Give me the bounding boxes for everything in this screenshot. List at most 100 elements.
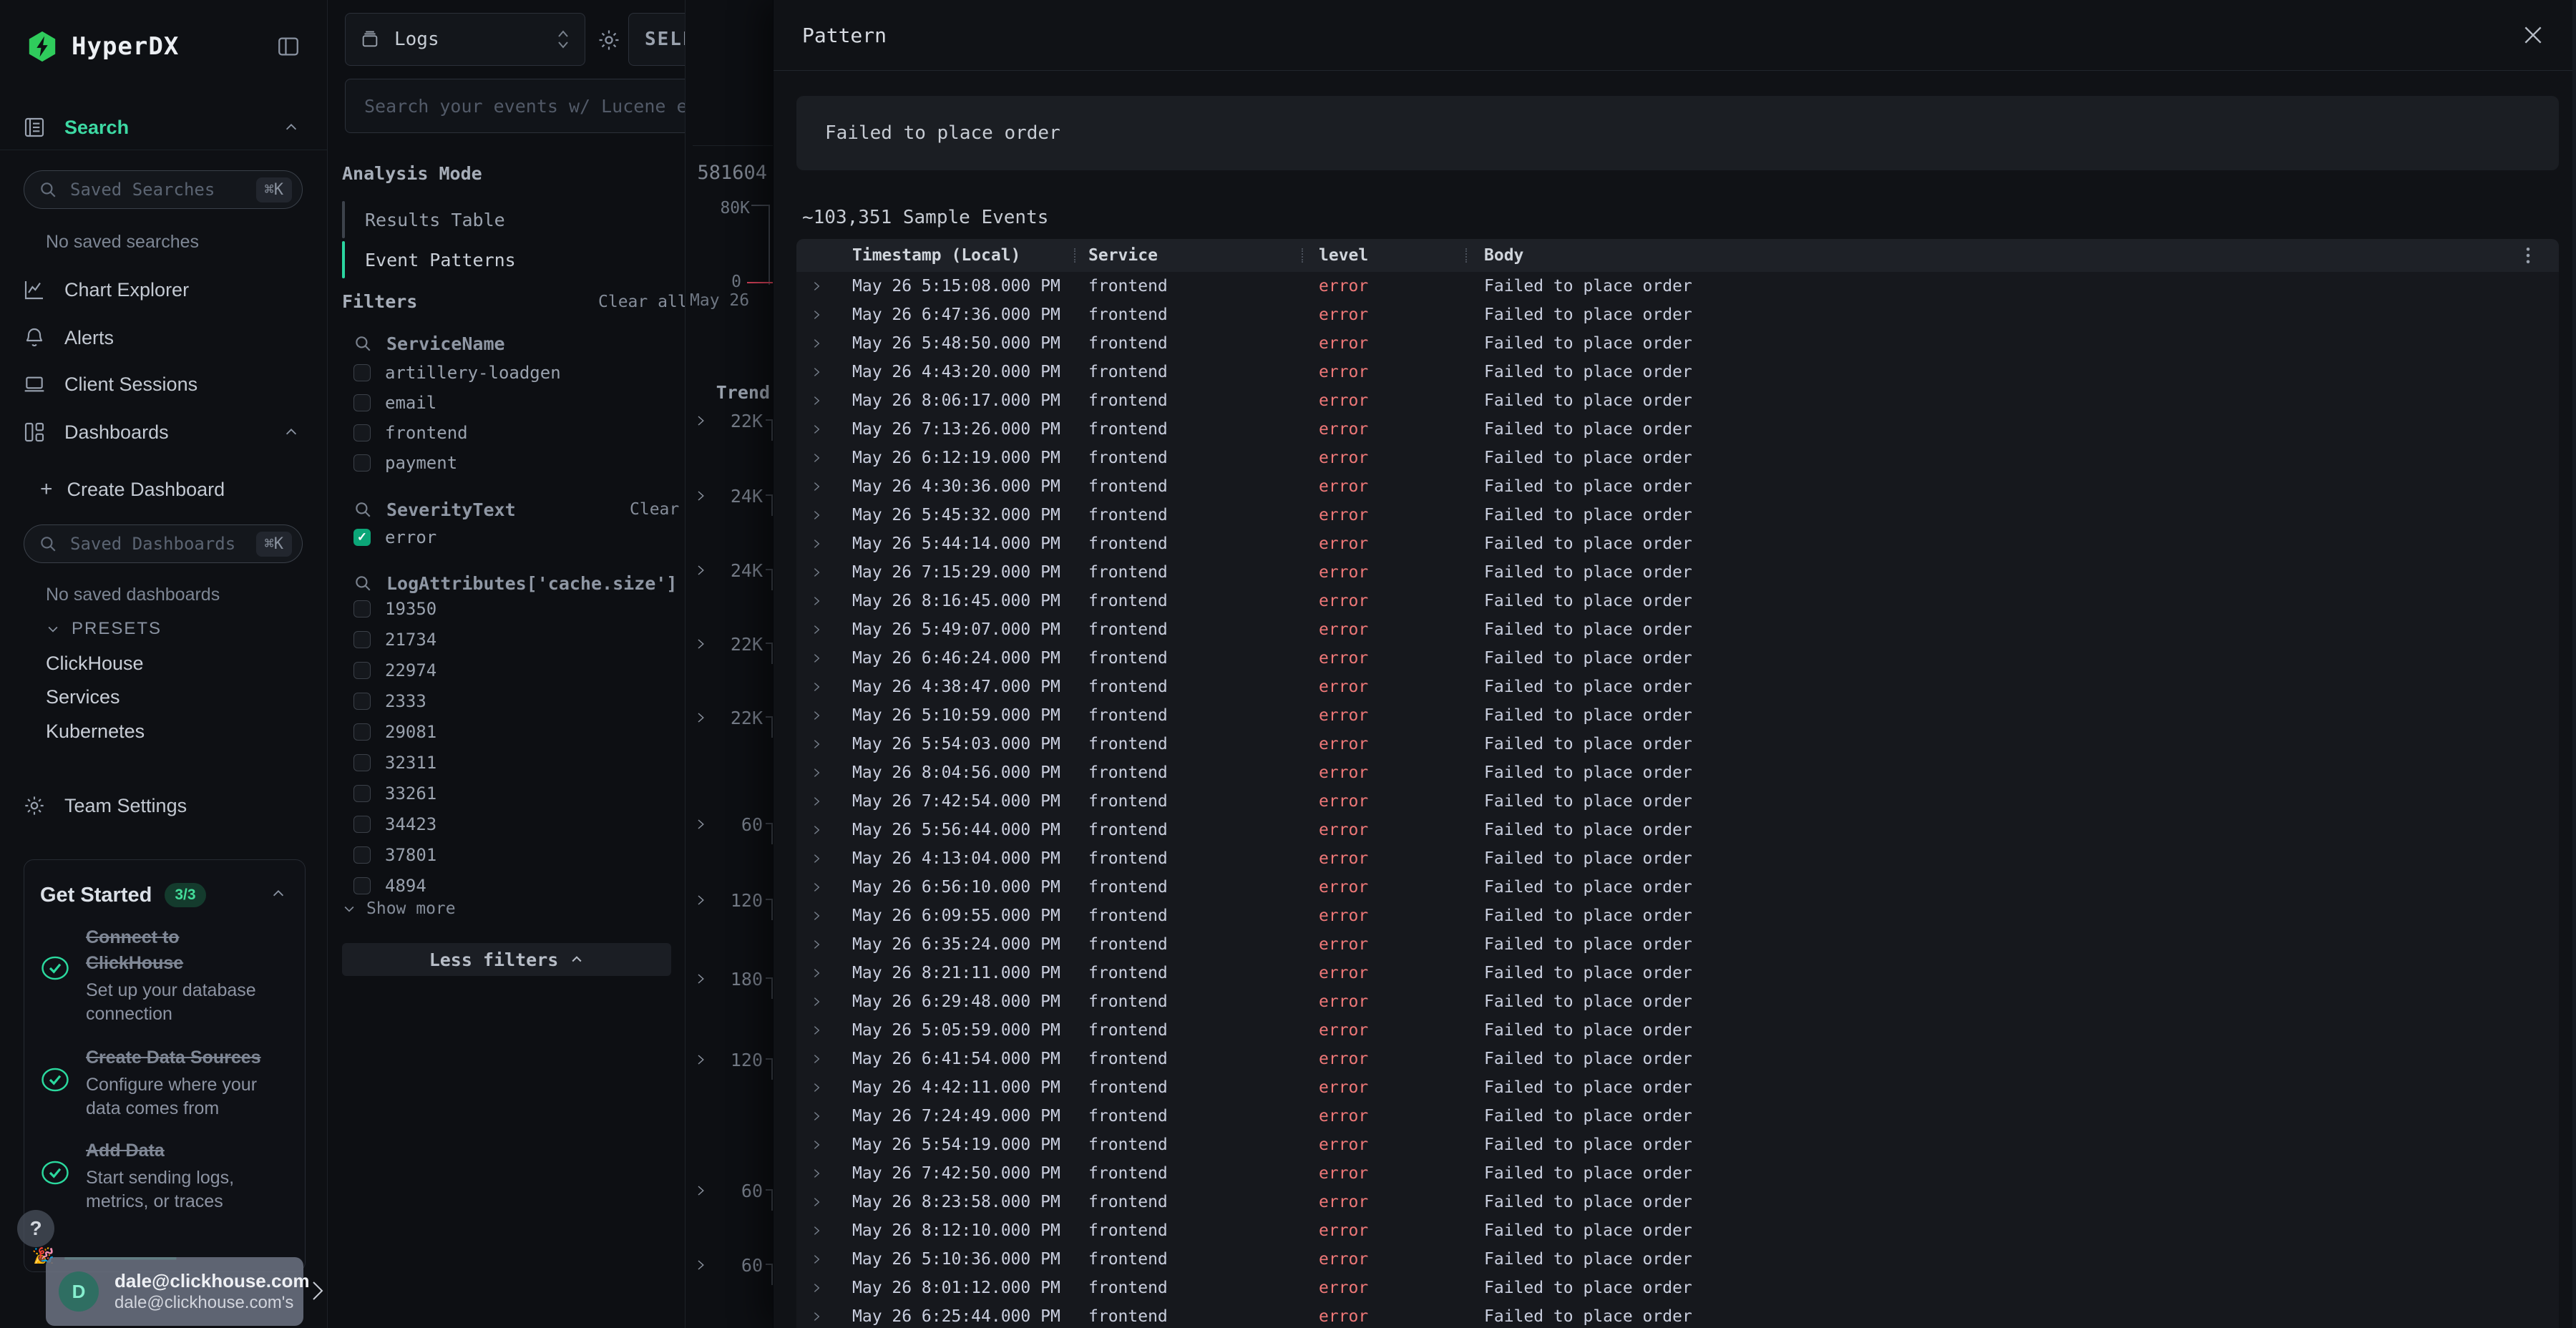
create-dashboard-button[interactable]: + Create Dashboard xyxy=(0,471,328,508)
clear-all-link[interactable]: Clear all xyxy=(598,293,688,311)
table-row[interactable]: May 26 5:05:59.000 PMfrontenderrorFailed… xyxy=(796,1016,2559,1045)
user-menu[interactable]: D dale@clickhouse.com dale@clickhouse.co… xyxy=(46,1257,303,1326)
expand-chevron-icon[interactable] xyxy=(811,1196,822,1208)
checkbox[interactable] xyxy=(353,662,371,679)
filter-option[interactable]: payment xyxy=(353,448,675,478)
table-row[interactable]: May 26 8:21:11.000 PMfrontenderrorFailed… xyxy=(796,959,2559,987)
expand-chevron-icon[interactable] xyxy=(811,738,822,750)
get-started-item[interactable]: Connect to ClickHouse Set up your databa… xyxy=(40,924,286,1026)
filter-option[interactable]: 21734 xyxy=(353,624,675,655)
filter-option[interactable]: 22974 xyxy=(353,655,675,685)
table-row[interactable]: May 26 6:46:24.000 PMfrontenderrorFailed… xyxy=(796,644,2559,673)
app-logo[interactable]: HyperDX xyxy=(26,30,179,63)
table-row[interactable]: May 26 6:35:24.000 PMfrontenderrorFailed… xyxy=(796,930,2559,959)
expand-chevron-icon[interactable] xyxy=(811,1311,822,1322)
table-row[interactable]: May 26 4:30:36.000 PMfrontenderrorFailed… xyxy=(796,472,2559,501)
table-row[interactable]: May 26 6:29:48.000 PMfrontenderrorFailed… xyxy=(796,987,2559,1016)
sidebar-item-alerts[interactable]: Alerts xyxy=(0,319,328,356)
checkbox-checked[interactable]: ✓ xyxy=(353,529,371,546)
sidebar-item-search[interactable]: Search xyxy=(0,109,328,146)
get-started-item[interactable]: Add Data Start sending logs, metrics, or… xyxy=(40,1138,286,1214)
table-row[interactable]: May 26 6:25:44.000 PMfrontenderrorFailed… xyxy=(796,1302,2559,1328)
table-row[interactable]: May 26 7:15:29.000 PMfrontenderrorFailed… xyxy=(796,558,2559,587)
help-button[interactable]: ? xyxy=(17,1210,54,1247)
table-row[interactable]: May 26 5:49:07.000 PMfrontenderrorFailed… xyxy=(796,615,2559,644)
saved-dashboards-input[interactable]: Saved Dashboards ⌘K xyxy=(24,524,303,563)
table-row[interactable]: May 26 8:06:17.000 PMfrontenderrorFailed… xyxy=(796,386,2559,415)
column-body[interactable]: Body xyxy=(1484,246,2559,265)
expand-chevron-icon[interactable] xyxy=(811,1254,822,1265)
search-icon[interactable] xyxy=(353,334,372,353)
mode-event-patterns[interactable]: Event Patterns xyxy=(342,241,643,278)
expand-chevron-icon[interactable] xyxy=(811,710,822,721)
less-filters-button[interactable]: Less filters xyxy=(342,943,671,976)
expand-chevron-icon[interactable] xyxy=(811,509,822,521)
checkbox[interactable] xyxy=(353,785,371,802)
checkbox[interactable] xyxy=(353,723,371,741)
table-row[interactable]: May 26 5:44:14.000 PMfrontenderrorFailed… xyxy=(796,529,2559,558)
expand-chevron-icon[interactable] xyxy=(811,653,822,664)
close-icon[interactable] xyxy=(2522,24,2545,47)
filter-option[interactable]: 19350 xyxy=(353,593,675,624)
table-row[interactable]: May 26 7:42:54.000 PMfrontenderrorFailed… xyxy=(796,787,2559,816)
get-started-header[interactable]: Get Started 3/3 xyxy=(40,883,206,907)
expand-chevron-icon[interactable] xyxy=(811,1282,822,1294)
expand-chevron-icon[interactable] xyxy=(811,452,822,464)
expand-chevron-icon[interactable] xyxy=(811,882,822,893)
table-row[interactable]: May 26 6:56:10.000 PMfrontenderrorFailed… xyxy=(796,873,2559,902)
sidebar-item-client-sessions[interactable]: Client Sessions xyxy=(0,366,328,403)
table-row[interactable]: May 26 5:45:32.000 PMfrontenderrorFailed… xyxy=(796,501,2559,529)
table-row[interactable]: May 26 6:12:19.000 PMfrontenderrorFailed… xyxy=(796,444,2559,472)
pattern-row-preview[interactable]: 60 xyxy=(686,1176,773,1206)
checkbox[interactable] xyxy=(353,364,371,381)
checkbox[interactable] xyxy=(353,754,371,771)
table-row[interactable]: May 26 5:56:44.000 PMfrontenderrorFailed… xyxy=(796,816,2559,844)
table-row[interactable]: May 26 8:04:56.000 PMfrontenderrorFailed… xyxy=(796,758,2559,787)
table-row[interactable]: May 26 6:47:36.000 PMfrontenderrorFailed… xyxy=(796,301,2559,329)
get-started-item[interactable]: Create Data Sources Configure where your… xyxy=(40,1045,286,1120)
mode-results-table[interactable]: Results Table xyxy=(342,201,643,238)
table-row[interactable]: May 26 6:41:54.000 PMfrontenderrorFailed… xyxy=(796,1045,2559,1073)
table-row[interactable]: May 26 8:16:45.000 PMfrontenderrorFailed… xyxy=(796,587,2559,615)
table-row[interactable]: May 26 5:54:19.000 PMfrontenderrorFailed… xyxy=(796,1131,2559,1159)
expand-chevron-icon[interactable] xyxy=(811,338,822,349)
expand-chevron-icon[interactable] xyxy=(811,595,822,607)
column-resize-handle[interactable] xyxy=(1074,248,1075,263)
pattern-row-preview[interactable]: 120 xyxy=(686,1045,773,1075)
expand-chevron-icon[interactable] xyxy=(811,796,822,807)
expand-chevron-icon[interactable] xyxy=(811,824,822,836)
pattern-row-preview[interactable]: 24K xyxy=(686,555,773,585)
filter-option[interactable]: 37801 xyxy=(353,839,675,870)
checkbox[interactable] xyxy=(353,631,371,648)
sidebar-item-dashboards[interactable]: Dashboards xyxy=(0,414,328,451)
sidebar-item-team-settings[interactable]: Team Settings xyxy=(0,787,328,824)
pattern-row-preview[interactable]: 22K xyxy=(686,406,773,436)
checkbox[interactable] xyxy=(353,600,371,617)
filter-option[interactable]: 33261 xyxy=(353,778,675,809)
expand-chevron-icon[interactable] xyxy=(811,681,822,693)
sidebar-collapse-icon[interactable] xyxy=(276,34,301,59)
checkbox[interactable] xyxy=(353,877,371,894)
expand-chevron-icon[interactable] xyxy=(811,1082,822,1093)
clear-severity-link[interactable]: Clear xyxy=(630,500,679,519)
expand-chevron-icon[interactable] xyxy=(811,395,822,406)
column-resize-handle[interactable] xyxy=(1465,248,1467,263)
expand-chevron-icon[interactable] xyxy=(811,1139,822,1151)
expand-chevron-icon[interactable] xyxy=(811,939,822,950)
saved-searches-input[interactable]: Saved Searches ⌘K xyxy=(24,170,303,209)
table-row[interactable]: May 26 7:13:26.000 PMfrontenderrorFailed… xyxy=(796,415,2559,444)
preset-kubernetes[interactable]: Kubernetes xyxy=(46,721,145,743)
filter-option[interactable]: artillery-loadgen xyxy=(353,358,675,388)
table-row[interactable]: May 26 8:23:58.000 PMfrontenderrorFailed… xyxy=(796,1188,2559,1216)
expand-chevron-icon[interactable] xyxy=(811,1110,822,1122)
table-row[interactable]: May 26 5:10:36.000 PMfrontenderrorFailed… xyxy=(796,1245,2559,1274)
expand-chevron-icon[interactable] xyxy=(811,996,822,1007)
expand-chevron-icon[interactable] xyxy=(811,481,822,492)
table-row[interactable]: May 26 4:38:47.000 PMfrontenderrorFailed… xyxy=(796,673,2559,701)
preset-clickhouse[interactable]: ClickHouse xyxy=(46,653,144,675)
expand-chevron-icon[interactable] xyxy=(811,1053,822,1065)
checkbox[interactable] xyxy=(353,693,371,710)
preset-services[interactable]: Services xyxy=(46,686,120,708)
scrollbar-track[interactable] xyxy=(2572,0,2576,1328)
filter-option[interactable]: 34423 xyxy=(353,809,675,839)
